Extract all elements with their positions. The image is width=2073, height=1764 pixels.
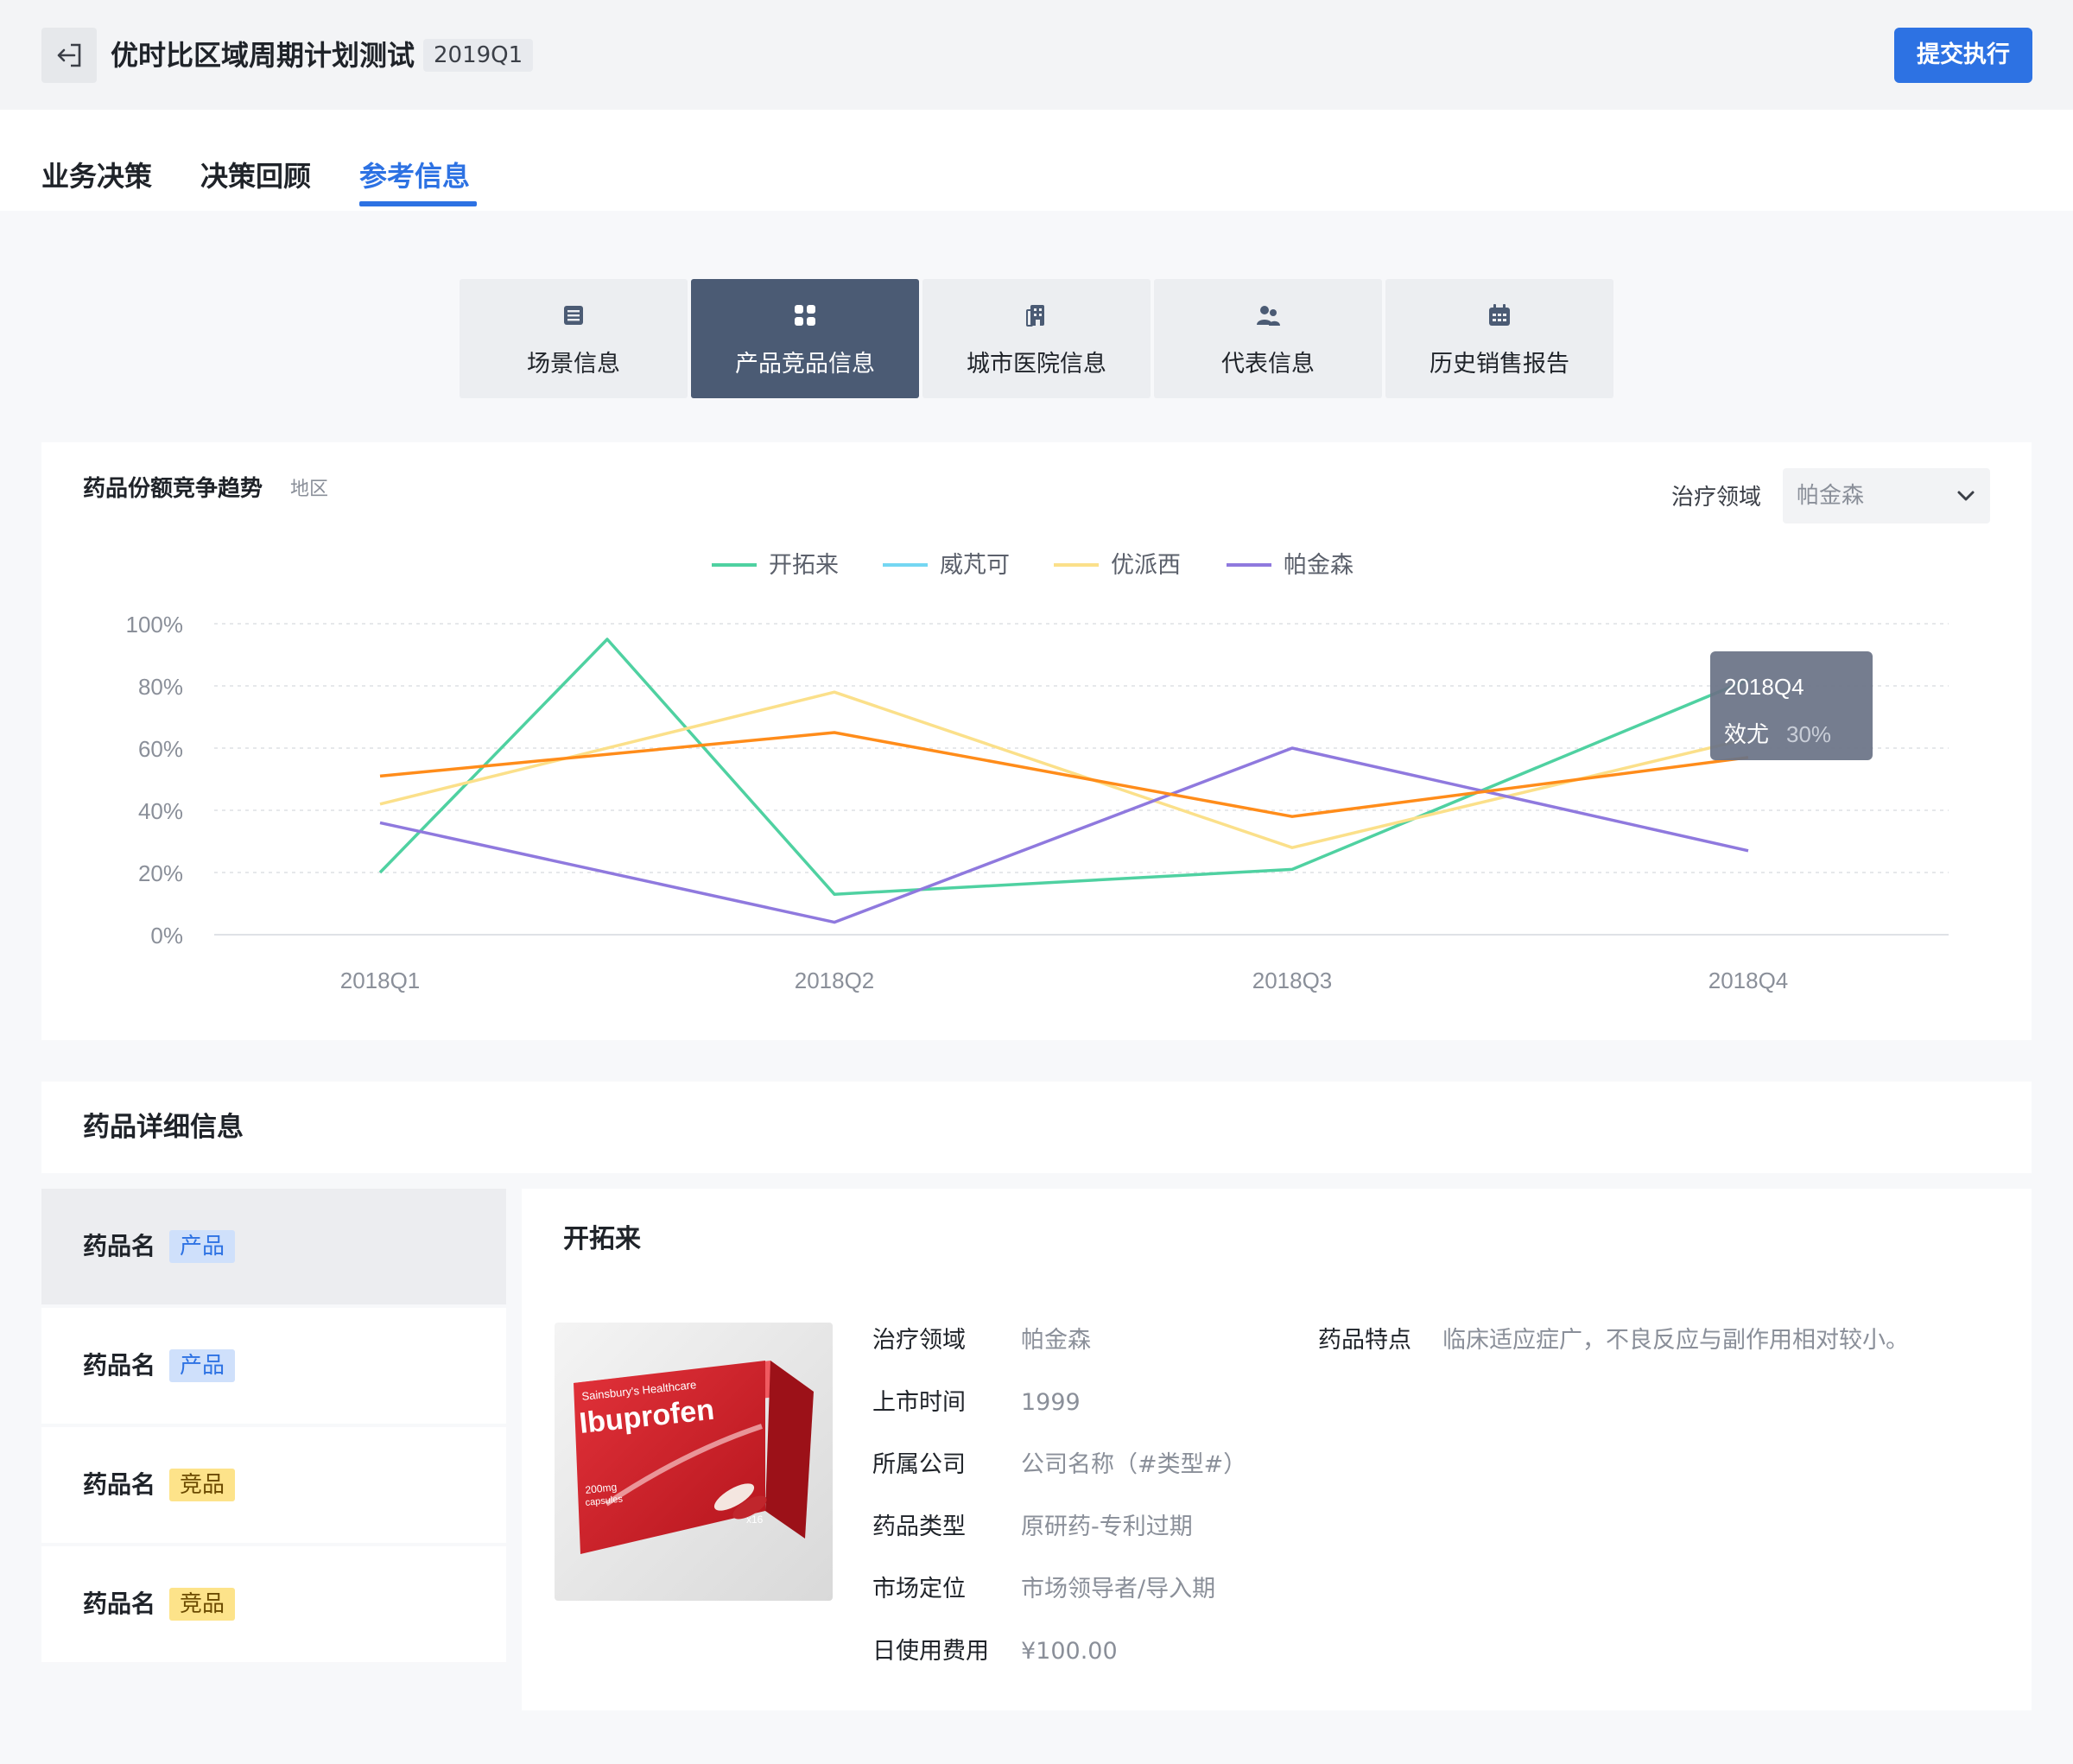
- attr-value-company: 公司名称（#类型#）: [1021, 1451, 1247, 1478]
- competitor-tag: 竞品: [169, 1469, 236, 1501]
- attr-value-daily-cost: ¥100.00: [1021, 1638, 1118, 1665]
- attr-value-feature: 临床适应症广，不良反应与副作用相对较小。: [1442, 1327, 1909, 1354]
- attr-label-launch-year: 上市时间: [872, 1389, 966, 1416]
- competitor-tag: 竞品: [169, 1588, 236, 1621]
- attr-value-launch-year: 1999: [1021, 1389, 1081, 1416]
- segment-product-competitor-info[interactable]: 产品竞品信息: [691, 279, 919, 398]
- x-tick-label: 2018Q3: [1252, 968, 1333, 993]
- back-button[interactable]: [41, 28, 97, 83]
- drug-product-image: Sainsbury's Healthcare Ibuprofen 200mg c…: [555, 1323, 833, 1601]
- attr-value-therapy-area: 帕金森: [1021, 1327, 1091, 1354]
- page-title: 优时比区域周期计划测试: [111, 39, 415, 72]
- tab-reference-info[interactable]: 参考信息: [359, 155, 470, 198]
- drug-list-item[interactable]: 药品名 竞品: [41, 1427, 506, 1543]
- attr-label-drug-type: 药品类型: [872, 1513, 966, 1540]
- therapy-area-select[interactable]: 帕金森: [1783, 468, 1990, 523]
- drug-list-name: 药品名: [83, 1470, 156, 1499]
- y-tick-label: 40%: [138, 798, 183, 824]
- legend-label: 威芃可: [940, 552, 1010, 578]
- x-tick-label: 2018Q1: [340, 968, 421, 993]
- therapy-area-value: 帕金森: [1797, 483, 1865, 509]
- calendar-icon: [1489, 304, 1510, 326]
- legend-label: 优派西: [1111, 552, 1181, 578]
- attr-label-therapy-area: 治疗领域: [872, 1327, 966, 1354]
- therapy-area-label: 治疗领域: [1671, 485, 1762, 511]
- tooltip-value: 30%: [1786, 721, 1831, 747]
- y-tick-label: 20%: [138, 860, 183, 886]
- segment-label: 历史销售报告: [1430, 351, 1569, 378]
- share-trend-chart: 0% 20% 40% 60% 80% 100% 2018Q1 2018Q2 2018Q3 2018…: [126, 552, 1949, 993]
- image-count-text: x16: [746, 1513, 764, 1526]
- grid-icon: [795, 305, 815, 326]
- tab-bar: 业务决策 决策回顾 参考信息: [0, 110, 2073, 211]
- segment-label: 代表信息: [1221, 351, 1315, 378]
- chevron-down-icon: [1957, 491, 1975, 501]
- tooltip-label: 效尤: [1724, 721, 1769, 747]
- drug-name: 开拓来: [563, 1224, 641, 1254]
- drug-list-item[interactable]: 药品名 竞品: [41, 1546, 506, 1662]
- attr-label-market-position: 市场定位: [872, 1576, 966, 1602]
- segment-label: 场景信息: [527, 351, 620, 378]
- list-icon: [564, 306, 583, 325]
- drug-detail-card: 开拓来 Sainsbury's Healthcare Ibuprofen 200…: [522, 1189, 2032, 1710]
- attr-label-feature: 药品特点: [1318, 1327, 1411, 1354]
- series-line: [378, 638, 1749, 896]
- people-icon: [1257, 306, 1280, 326]
- series-line: [379, 690, 1749, 849]
- y-tick-label: 100%: [126, 612, 184, 638]
- drug-list-name: 药品名: [83, 1351, 156, 1380]
- chart-title: 药品份额竞争趋势: [83, 476, 263, 502]
- period-badge: 2019Q1: [423, 39, 534, 72]
- drug-list-item[interactable]: 药品名 产品: [41, 1308, 506, 1424]
- active-tab-indicator: [359, 201, 477, 206]
- segment-sales-history-report[interactable]: 历史销售报告: [1385, 279, 1613, 398]
- x-tick-label: 2018Q2: [795, 968, 875, 993]
- y-tick-label: 80%: [138, 674, 183, 700]
- submit-button[interactable]: 提交执行: [1894, 28, 2032, 83]
- segment-representative-info[interactable]: 代表信息: [1154, 279, 1382, 398]
- product-tag: 产品: [169, 1230, 236, 1263]
- tab-decision-review[interactable]: 决策回顾: [200, 155, 311, 198]
- attr-value-market-position: 市场领导者/导入期: [1021, 1576, 1216, 1602]
- legend-label: 帕金森: [1284, 552, 1353, 578]
- tab-business-decision[interactable]: 业务决策: [41, 155, 152, 198]
- section-title: 药品详细信息: [83, 1112, 244, 1143]
- y-tick-label: 0%: [150, 923, 183, 949]
- building-icon: [1026, 305, 1044, 327]
- segment-city-hospital-info[interactable]: 城市医院信息: [922, 279, 1151, 398]
- top-header: 优时比区域周期计划测试 2019Q1 提交执行: [0, 0, 2073, 110]
- attr-label-company: 所属公司: [872, 1451, 966, 1478]
- share-trend-panel: 0% 20% 40% 60% 80% 100% 2018Q1 2018Q2 2018Q3 2018…: [41, 442, 2032, 1040]
- x-tick-label: 2018Q4: [1708, 968, 1789, 993]
- tooltip-title: 2018Q4: [1724, 674, 1804, 700]
- y-tick-label: 60%: [138, 736, 183, 762]
- legend-label: 开拓来: [769, 552, 839, 578]
- drug-list-item[interactable]: 药品名 产品: [41, 1189, 506, 1304]
- exit-icon: [57, 43, 81, 67]
- segment-label: 城市医院信息: [967, 351, 1106, 378]
- drug-list-name: 药品名: [83, 1232, 156, 1260]
- segment-label: 产品竞品信息: [735, 351, 875, 378]
- chart-subtitle: 地区: [290, 479, 329, 500]
- attr-value-drug-type: 原研药-专利过期: [1021, 1513, 1193, 1540]
- drug-list-name: 药品名: [83, 1590, 156, 1618]
- attr-label-daily-cost: 日使用费用: [872, 1638, 989, 1665]
- product-tag: 产品: [169, 1349, 236, 1382]
- ibuprofen-box-image: Sainsbury's Healthcare Ibuprofen 200mg c…: [574, 1361, 814, 1554]
- drug-detail-header: 药品详细信息: [41, 1082, 2032, 1173]
- segment-scene-info[interactable]: 场景信息: [460, 279, 688, 398]
